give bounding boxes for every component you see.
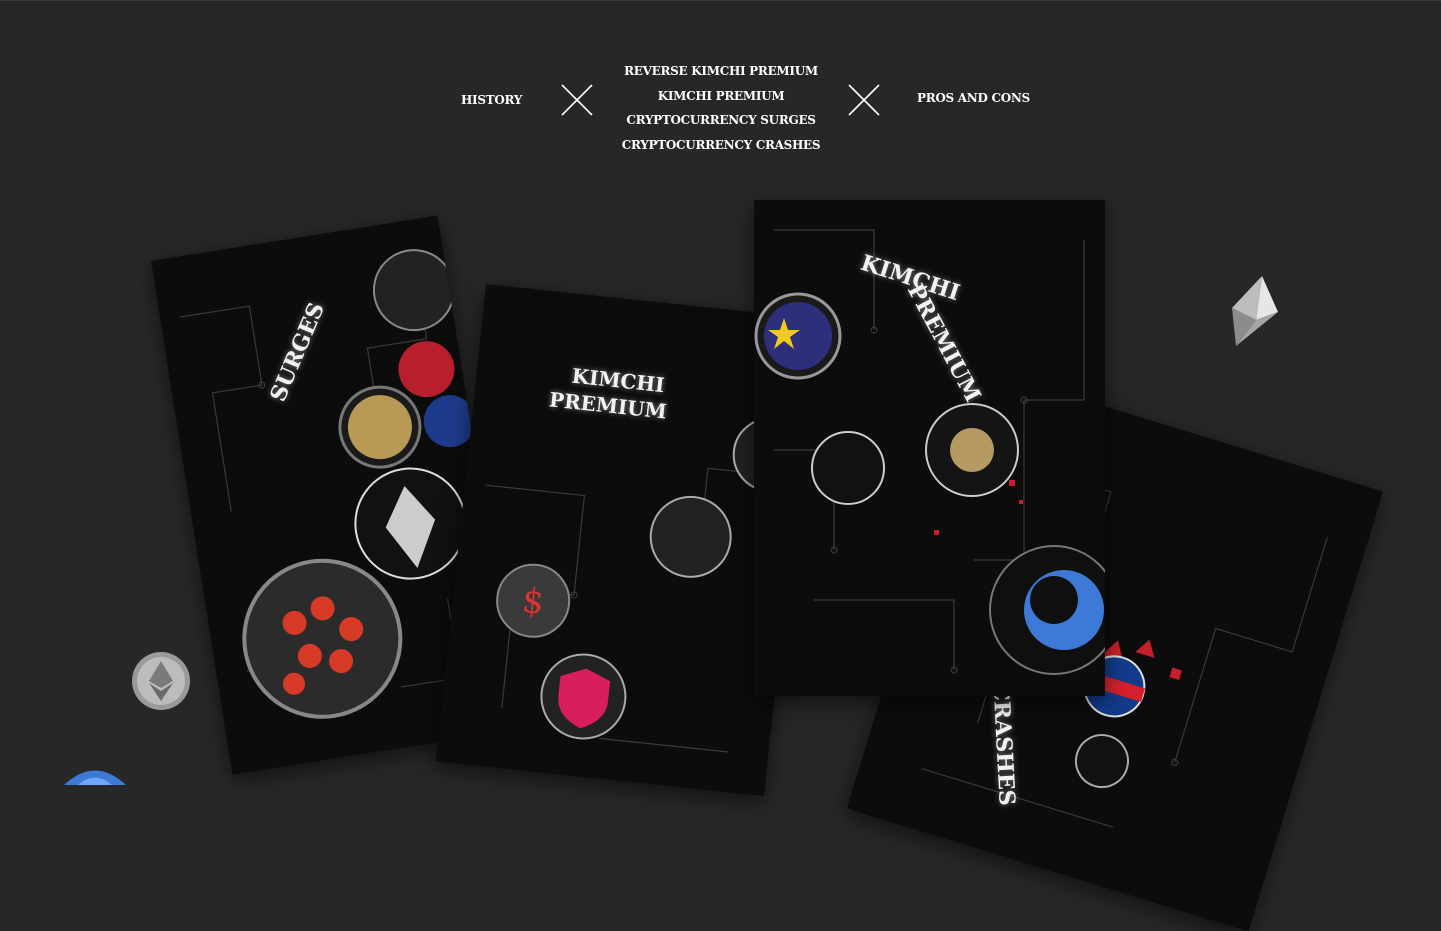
svg-text:$: $ (520, 581, 546, 623)
nav-pros-and-cons[interactable]: PROS AND CONS (917, 91, 1030, 105)
poster-kimchi-premium[interactable]: KIMCHI PREMIUM (754, 200, 1105, 696)
x-icon (561, 84, 593, 116)
nav-kimchi-premium[interactable]: KIMCHI PREMIUM (621, 84, 821, 109)
ethereum-diamond-icon (1232, 276, 1278, 346)
nav-center-menu: REVERSE KIMCHI PREMIUM KIMCHI PREMIUM CR… (621, 59, 821, 157)
nav-cryptocurrency-crashes[interactable]: CRYPTOCURRENCY CRASHES (621, 133, 821, 158)
nav-history[interactable]: HISTORY (461, 93, 522, 107)
nav-cryptocurrency-surges[interactable]: CRYPTOCURRENCY SURGES (621, 108, 821, 133)
x-icon (848, 84, 880, 116)
ethereum-badge-icon (132, 652, 190, 710)
nav-reverse-kimchi-premium[interactable]: REVERSE KIMCHI PREMIUM (621, 59, 821, 84)
blue-coin-icon (64, 770, 126, 785)
top-navigation: HISTORY REVERSE KIMCHI PREMIUM KIMCHI PR… (0, 0, 1441, 170)
